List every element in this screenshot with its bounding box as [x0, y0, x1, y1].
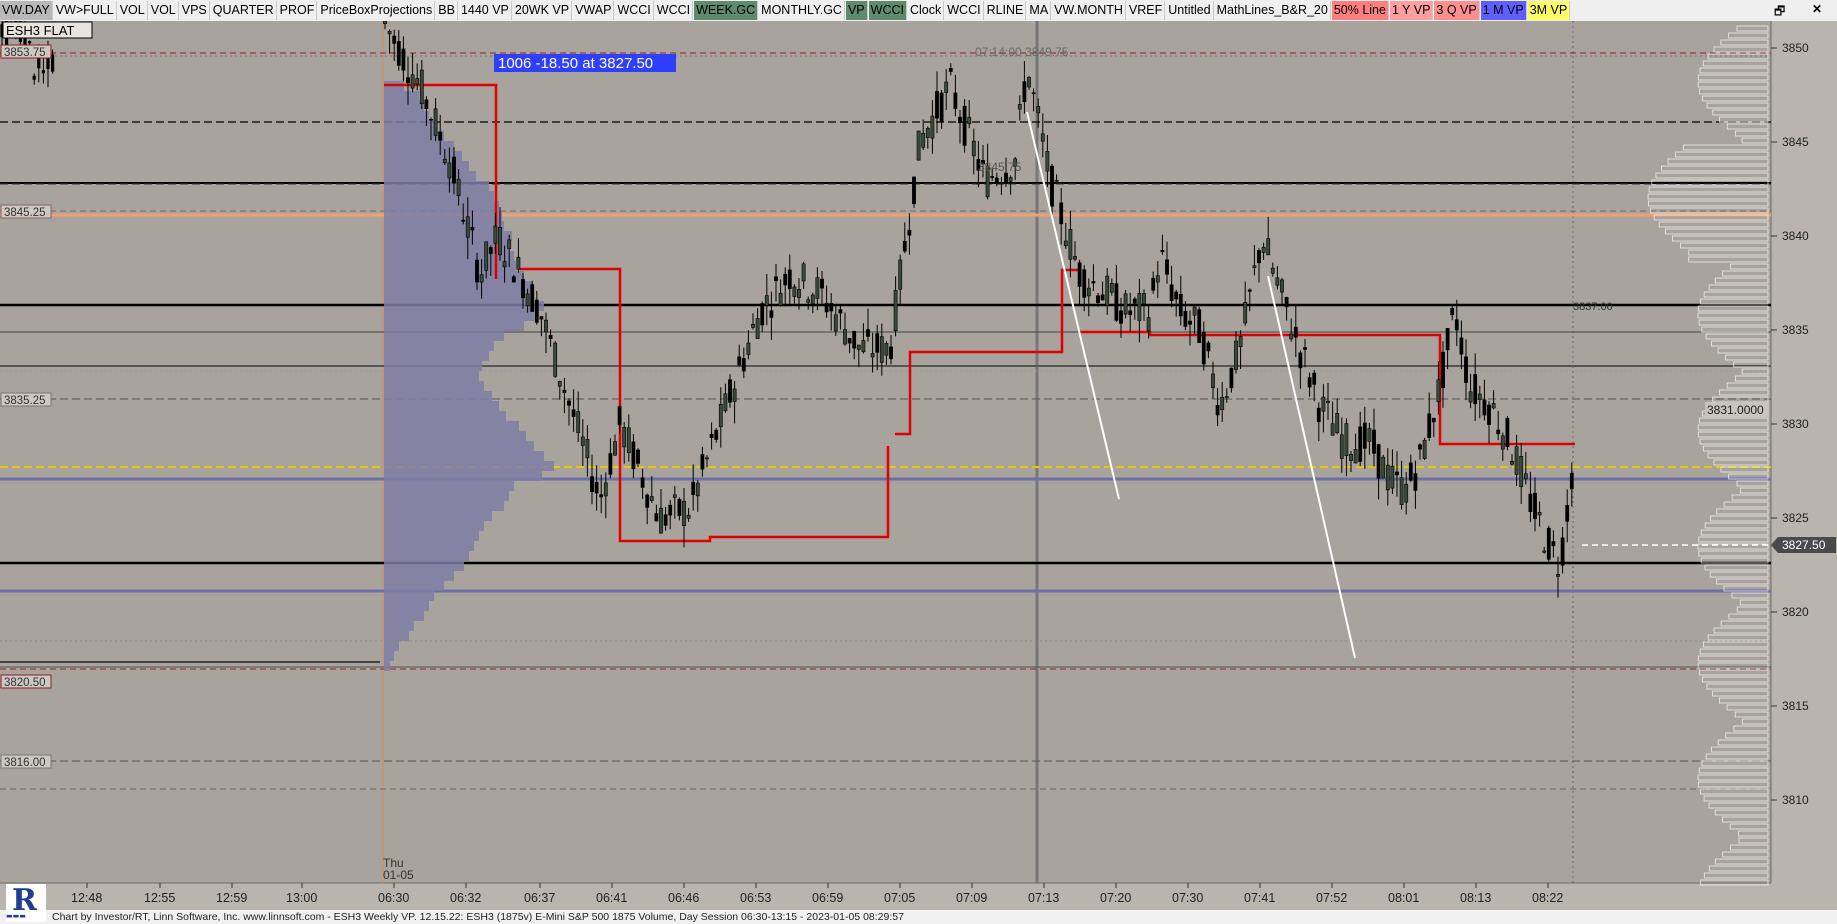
time-tick-label: 06:53	[740, 891, 771, 905]
toolbar-button-16[interactable]: VP	[845, 1, 868, 20]
toolbar-button-26[interactable]: 50% Line	[1331, 1, 1389, 20]
time-tick-label: 12:55	[144, 891, 175, 905]
left-tag-3820: 3820.50	[4, 677, 46, 689]
toolbar-button-13[interactable]: WCCI	[654, 1, 694, 20]
time-tick-label: 06:30	[378, 891, 409, 905]
toolbar-button-5[interactable]: QUARTER	[210, 1, 277, 20]
poc-label: 3845.75	[978, 160, 1022, 174]
price-tick-label: 3845	[1782, 135, 1809, 149]
time-tick-label: 12:59	[216, 891, 247, 905]
status-footer: Chart by Investor/RT, Linn Software, Inc…	[0, 910, 1837, 924]
toolbar-button-18[interactable]: Clock	[907, 1, 945, 20]
time-tick-label: 13:00	[286, 891, 317, 905]
investor-rt-logo: R ▬▬▬	[6, 884, 46, 922]
toolbar-button-14[interactable]: WEEK.GC	[694, 1, 759, 20]
toolbar-button-19[interactable]: WCCI	[945, 1, 984, 20]
toolbar-button-17[interactable]: WCCI	[868, 1, 907, 20]
time-tick-label: 07:41	[1244, 891, 1275, 905]
toolbar-button-4[interactable]: VPS	[179, 1, 210, 20]
footer-text: Chart by Investor/RT, Linn Software, Inc…	[52, 911, 904, 923]
level-label-3837: 3837.00	[1573, 301, 1613, 313]
left-tag-3835: 3835.25	[4, 395, 46, 407]
price-tick-label: 3820	[1782, 605, 1809, 619]
price-chart[interactable]: 3850 3845 3840 3835 3830 3825 3820 3815 3810 12:…	[0, 21, 1837, 910]
time-tick-label: 06:41	[596, 891, 627, 905]
time-tick-label: 06:59	[812, 891, 843, 905]
toolbar-button-27[interactable]: 1 Y VP	[1389, 1, 1434, 20]
trade-callout: 1006 -18.50 at 3827.50	[498, 55, 653, 72]
toolbar-button-2[interactable]: VOL	[117, 1, 148, 20]
toolbar-button-9[interactable]: 1440 VP	[458, 1, 512, 20]
toolbar-button-12[interactable]: WCCI	[615, 1, 654, 20]
price-tick-label: 3825	[1782, 511, 1809, 525]
time-tick-label: 07:09	[956, 891, 987, 905]
time-tick-label: 06:32	[450, 891, 481, 905]
toolbar-button-6[interactable]: PROF	[277, 1, 318, 20]
price-tick-label: 3850	[1782, 41, 1809, 55]
logo-mark: ▬▬▬	[6, 912, 26, 920]
time-tick-label: 06:46	[668, 891, 699, 905]
hover-readout: 07:14:00 3849.75	[975, 45, 1069, 59]
toolbar-button-25[interactable]: MathLines_B&R_20	[1214, 1, 1331, 20]
toolbar-button-11[interactable]: VWAP	[573, 1, 615, 20]
time-tick-label: 12:48	[71, 891, 102, 905]
price-tick-label: 3810	[1782, 793, 1809, 807]
toolbar-button-20[interactable]: RLINE	[984, 1, 1027, 20]
toolbar-button-0[interactable]: VW.DAY	[0, 1, 53, 20]
toolbar-button-3[interactable]: VOL	[148, 1, 179, 20]
time-tick-label: 07:52	[1316, 891, 1347, 905]
time-tick-label: 07:05	[884, 891, 915, 905]
toolbar-button-28[interactable]: 3 Q VP	[1434, 1, 1480, 20]
time-tick-label: 08:22	[1532, 891, 1563, 905]
restore-window-icon[interactable]: 🗗	[1774, 2, 1785, 23]
toolbar-button-10[interactable]: 20WK VP	[512, 1, 573, 20]
toolbar-button-22[interactable]: VW.MONTH	[1052, 1, 1126, 20]
time-tick-label: 08:01	[1388, 891, 1419, 905]
close-window-icon[interactable]: ✕	[1812, 2, 1822, 16]
symbol-label: ESH3 FLAT	[6, 23, 74, 38]
toolbar-button-1[interactable]: VW>FULL	[53, 1, 117, 20]
time-tick-label: 08:13	[1460, 891, 1491, 905]
date-date: 01-05	[383, 868, 414, 882]
time-tick-label: 07:30	[1172, 891, 1203, 905]
last-price-label: 3827.50	[1782, 538, 1826, 552]
level-label-3831: 3831.0000	[1707, 403, 1764, 417]
toolbar-button-15[interactable]: MONTHLY.GC	[759, 1, 845, 20]
time-tick-label: 06:37	[524, 891, 555, 905]
left-tag-3816: 3816.00	[4, 757, 46, 769]
toolbar-button-21[interactable]: MA	[1027, 1, 1052, 20]
indicator-toolbar: VW.DAY VW>FULL VOL VOL VPS QUARTER PROF PriceBo…	[0, 0, 1837, 22]
toolbar-button-8[interactable]: BB	[436, 1, 458, 20]
left-tag-3845: 3845.25	[4, 207, 46, 219]
left-tag-3853: 3853.75	[4, 47, 46, 59]
time-tick-label: 07:13	[1028, 891, 1059, 905]
price-tick-label: 3840	[1782, 229, 1809, 243]
toolbar-button-29[interactable]: 1 M VP	[1480, 1, 1527, 20]
toolbar-button-23[interactable]: VREF	[1126, 1, 1166, 20]
time-tick-label: 07:20	[1100, 891, 1131, 905]
price-tick-label: 3835	[1782, 323, 1809, 337]
toolbar-button-24[interactable]: Untitled	[1166, 1, 1214, 20]
toolbar-button-30[interactable]: 3M VP	[1527, 1, 1571, 20]
price-tick-label: 3815	[1782, 699, 1809, 713]
price-tick-label: 3830	[1782, 417, 1809, 431]
toolbar-button-7[interactable]: PriceBoxProjections	[318, 1, 436, 20]
